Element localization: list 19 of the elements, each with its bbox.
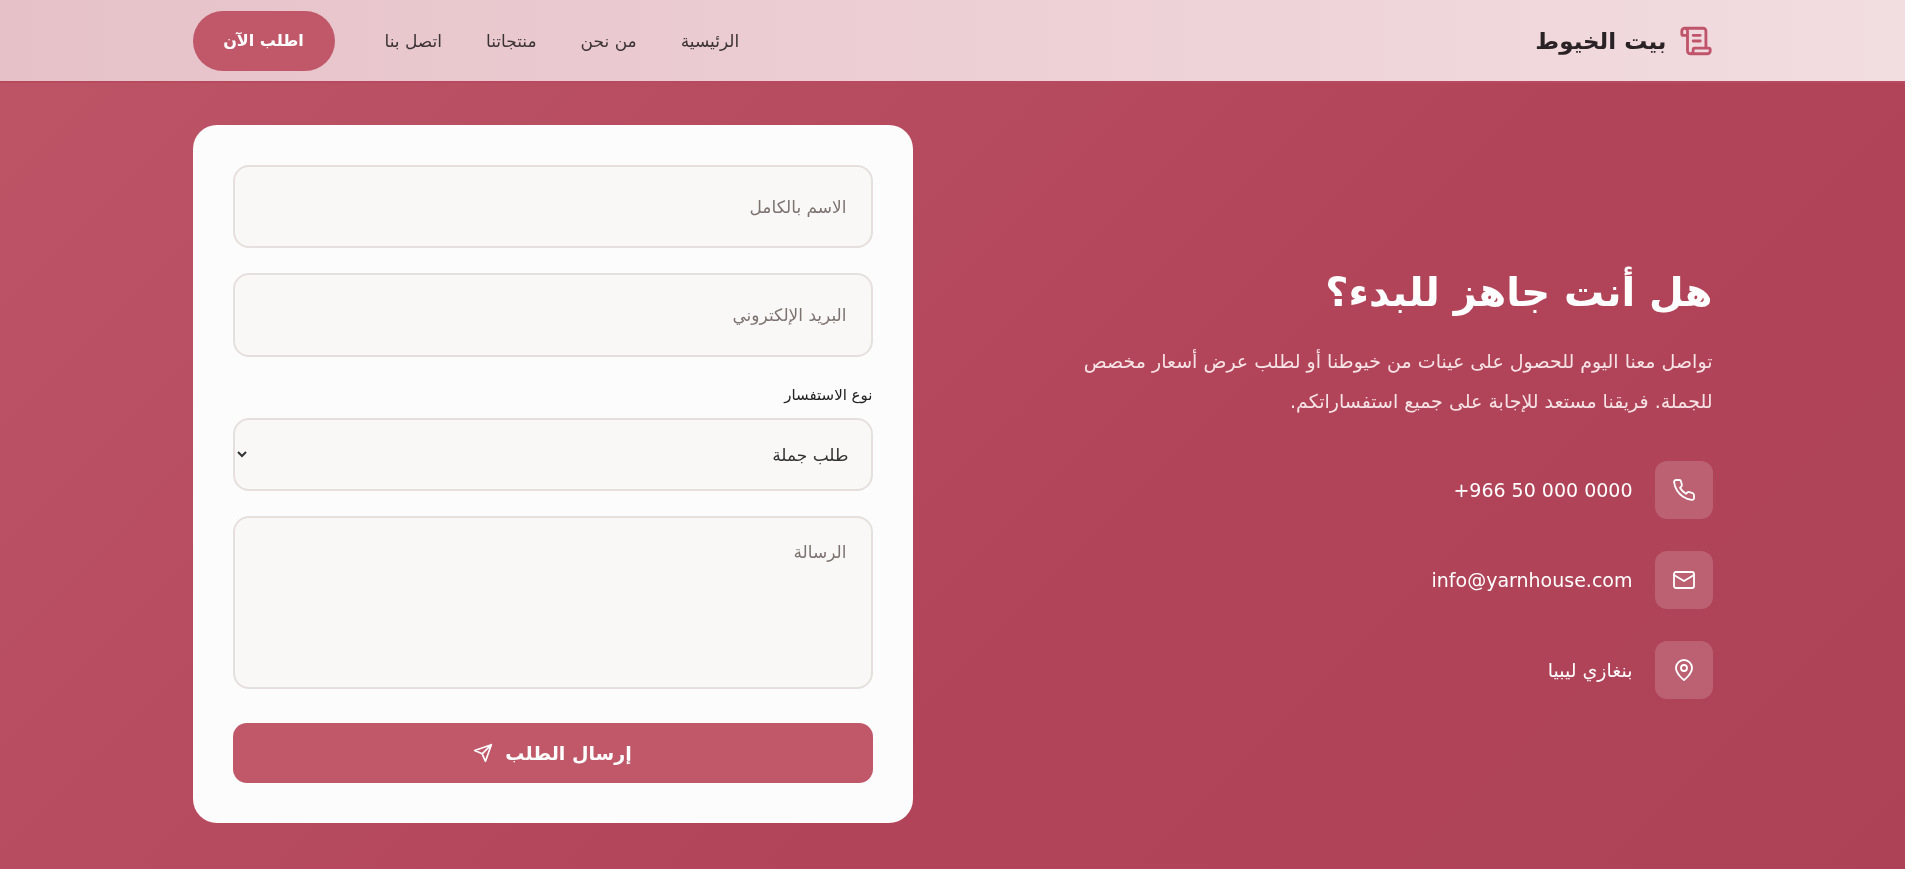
contact-text: info@yarnhouse.com (1431, 569, 1633, 591)
submit-button[interactable]: إرسال الطلب (232, 723, 873, 783)
contact-text: بنغازي ليبيا (1547, 659, 1633, 681)
email-field[interactable]: البريد الإلكتروني (232, 273, 873, 357)
message-field[interactable]: الرسالة (232, 516, 873, 690)
field-label: نوع الاستفسار (782, 385, 873, 404)
order-now-button[interactable]: اطلب الآن (192, 10, 335, 71)
nav-link[interactable]: الرئيسية (680, 30, 740, 51)
contact-text: +966 50 000 0000 (1453, 479, 1633, 501)
brand-name: بيت الخيوط (1535, 27, 1667, 54)
name-field[interactable]: الاسم بالكامل (232, 165, 873, 249)
nav-link[interactable]: منتجاتنا (486, 30, 537, 51)
phone-icon (1671, 478, 1696, 502)
inquiry-select[interactable]: طلب جملة (232, 417, 873, 492)
envelope-icon (1671, 568, 1696, 592)
send-icon (473, 743, 494, 764)
nav-link[interactable]: من نحن (580, 30, 637, 51)
section-description: تواصل معنا اليوم للحصول على عينات من خيوطنا أو لطلب عرض أسعار مخصص للجملة. فريقنا مستعد للإجابة على جميع استفساراتكم. (1082, 348, 1713, 415)
nav-link[interactable]: اتصل بنا (384, 30, 443, 51)
